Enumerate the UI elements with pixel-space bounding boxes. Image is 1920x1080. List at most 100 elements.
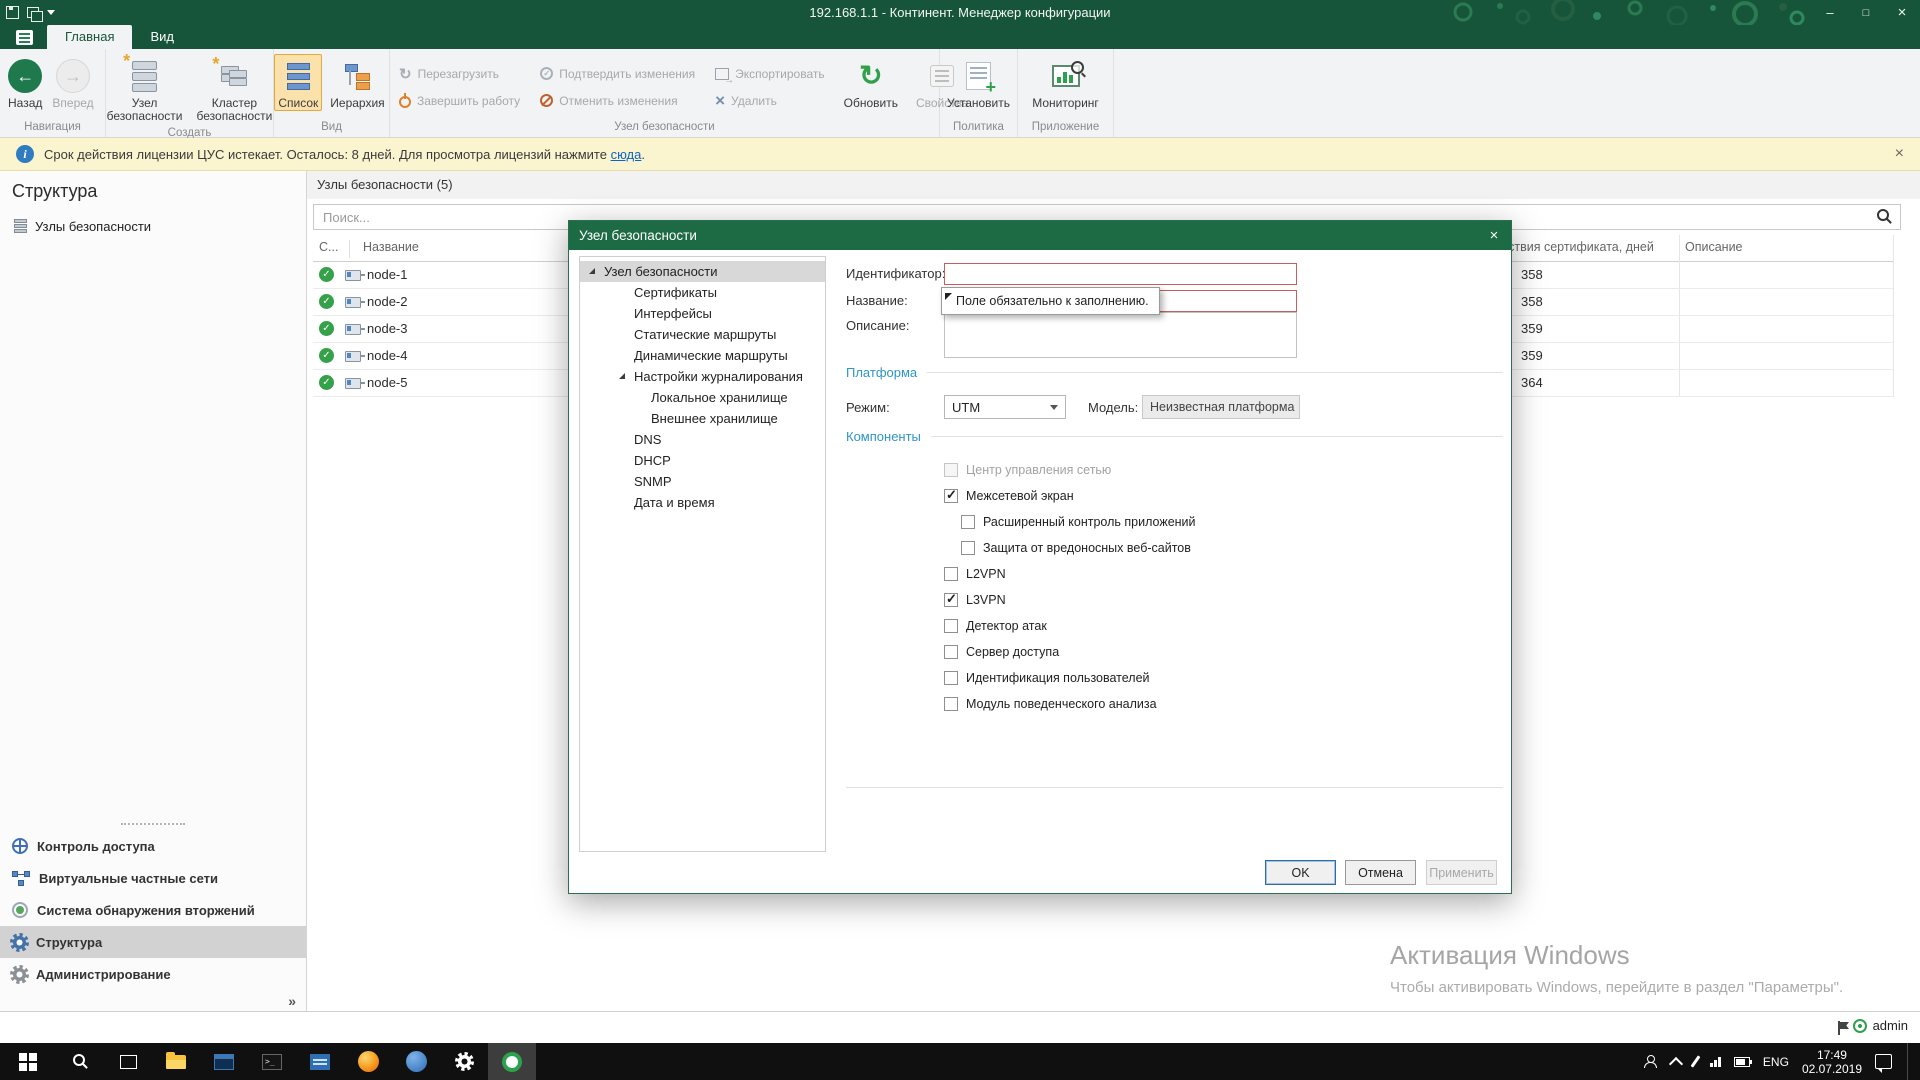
blue-app-button[interactable] [392, 1043, 440, 1080]
ok-button[interactable]: OK [1265, 860, 1336, 885]
reboot-button[interactable]: Перезагрузить [394, 62, 525, 85]
app-window-icon [310, 1054, 330, 1070]
language-indicator[interactable]: ENG [1763, 1055, 1789, 1069]
dialog-nav-item[interactable]: Статические маршруты [580, 324, 825, 345]
sidebar-item-structure[interactable]: Структура [0, 926, 306, 958]
cancel-button[interactable]: Отмена [1345, 860, 1416, 885]
revert-changes-button[interactable]: Отменить изменения [535, 89, 700, 112]
delete-button[interactable]: Удалить [710, 89, 830, 112]
expand-icon[interactable] [619, 373, 625, 379]
dialog-nav-item[interactable]: DHCP [580, 450, 825, 471]
export-button[interactable]: Экспортировать [710, 62, 830, 85]
battery-icon[interactable] [1734, 1057, 1750, 1067]
taskbar-clock[interactable]: 17:49 02.07.2019 [1802, 1048, 1862, 1076]
list-view-icon [287, 63, 310, 90]
tab-view[interactable]: Вид [132, 25, 192, 49]
terminal-app-button[interactable] [248, 1043, 296, 1080]
people-icon[interactable] [1643, 1055, 1658, 1068]
dialog-nav-item[interactable]: Дата и время [580, 492, 825, 513]
file-explorer-button[interactable] [152, 1043, 200, 1080]
minimize-button[interactable] [1812, 0, 1848, 25]
checkbox-attack-detector[interactable]: Детектор атак [944, 613, 1196, 639]
checkbox-access-server[interactable]: Сервер доступа [944, 639, 1196, 665]
checkbox-behavior-analysis[interactable]: Модуль поведенческого анализа [944, 691, 1196, 717]
checkbox-app-control[interactable]: Расширенный контроль приложений [944, 509, 1196, 535]
sidebar-collapse-icon[interactable] [288, 993, 296, 1009]
console-app-button[interactable] [200, 1043, 248, 1080]
back-button[interactable]: Назад [4, 54, 46, 111]
window-app-button[interactable] [296, 1043, 344, 1080]
license-link[interactable]: сюда [611, 147, 642, 162]
name-label: Название: [846, 290, 908, 312]
node-icon [345, 297, 361, 308]
checkbox-icon [961, 541, 975, 555]
create-security-node-button[interactable]: Узел безопасности [103, 54, 187, 125]
pen-icon[interactable] [1690, 1055, 1700, 1067]
windows-layout-icon[interactable] [27, 7, 39, 18]
close-button[interactable] [1884, 0, 1920, 25]
apply-button[interactable]: Применить [1426, 860, 1497, 885]
confirm-changes-button[interactable]: Подтвердить изменения [535, 62, 700, 85]
dialog-nav-item[interactable]: Узел безопасности [580, 261, 825, 282]
checkbox-l3vpn[interactable]: L3VPN [944, 587, 1196, 613]
sidebar-splitter-handle[interactable] [121, 823, 185, 825]
save-icon[interactable] [6, 6, 19, 19]
sidebar-item-ids[interactable]: Система обнаружения вторжений [0, 894, 306, 926]
checkbox-firewall[interactable]: Межсетевой экран [944, 483, 1196, 509]
dialog-nav-item[interactable]: Интерфейсы [580, 303, 825, 324]
checkbox-network-control-center[interactable]: Центр управления сетью [944, 457, 1196, 483]
dialog-nav-item[interactable]: Динамические маршруты [580, 345, 825, 366]
shutdown-button[interactable]: Завершить работу [394, 89, 525, 112]
view-list-button[interactable]: Список [274, 54, 322, 111]
network-icon[interactable] [1710, 1057, 1721, 1067]
app-menu-icon[interactable] [16, 30, 33, 45]
settings-button[interactable] [440, 1043, 488, 1080]
license-warning-text: Срок действия лицензии ЦУС истекает. Ост… [44, 147, 645, 162]
taskbar-search-button[interactable] [56, 1043, 104, 1080]
view-hierarchy-button[interactable]: Иерархия [326, 54, 388, 111]
tray-expand-icon[interactable] [1669, 1056, 1683, 1070]
expand-icon[interactable] [589, 268, 595, 274]
tree-item-security-nodes[interactable]: Узлы безопасности [14, 215, 151, 237]
action-center-icon[interactable] [1875, 1054, 1892, 1069]
dialog-nav-item[interactable]: SNMP [580, 471, 825, 492]
forward-button[interactable]: Вперед [48, 54, 97, 111]
checkbox-user-identification[interactable]: Идентификация пользователей [944, 665, 1196, 691]
continent-app-button[interactable] [488, 1043, 536, 1080]
titlebar-decoration [1445, 0, 1805, 25]
tab-home[interactable]: Главная [47, 25, 132, 49]
show-desktop-button[interactable] [1907, 1043, 1914, 1080]
dialog-nav-item[interactable]: Локальное хранилище [580, 387, 825, 408]
dialog-nav-item[interactable]: Внешнее хранилище [580, 408, 825, 429]
checkbox-l2vpn[interactable]: L2VPN [944, 561, 1196, 587]
maximize-button[interactable] [1848, 0, 1884, 25]
refresh-button[interactable]: Обновить [840, 54, 902, 111]
mode-select[interactable]: UTM [944, 395, 1066, 419]
dialog-close-icon[interactable] [1477, 221, 1511, 250]
sidebar-item-administration[interactable]: Администрирование [0, 958, 306, 990]
checkbox-icon [944, 697, 958, 711]
sidebar-item-vpn[interactable]: Виртуальные частные сети [0, 862, 306, 894]
column-name[interactable]: Название [363, 240, 419, 254]
start-button[interactable] [0, 1043, 56, 1080]
monitoring-button[interactable]: Мониторинг [1022, 54, 1109, 111]
qat-dropdown-icon[interactable] [47, 10, 55, 15]
dialog-nav-item[interactable]: Сертификаты [580, 282, 825, 303]
task-view-button[interactable] [104, 1043, 152, 1080]
search-icon[interactable] [1877, 209, 1892, 224]
description-field[interactable] [944, 312, 1297, 358]
create-security-cluster-button[interactable]: Кластер безопасности [193, 54, 277, 125]
flag-icon[interactable] [1837, 1021, 1849, 1035]
identifier-field[interactable] [944, 263, 1297, 285]
column-description[interactable]: Описание [1685, 240, 1743, 254]
sidebar-item-access-control[interactable]: Контроль доступа [0, 830, 306, 862]
dialog-nav-item[interactable]: Настройки журналирования [580, 366, 825, 387]
firefox-button[interactable] [344, 1043, 392, 1080]
checkbox-malicious-sites[interactable]: Защита от вредоносных веб-сайтов [944, 535, 1196, 561]
window-controls [1812, 0, 1920, 25]
notice-close-icon[interactable] [1895, 145, 1904, 163]
column-status[interactable]: С... [319, 240, 338, 254]
forward-icon [56, 59, 90, 93]
install-policy-button[interactable]: Установить [943, 54, 1014, 111]
dialog-nav-item[interactable]: DNS [580, 429, 825, 450]
